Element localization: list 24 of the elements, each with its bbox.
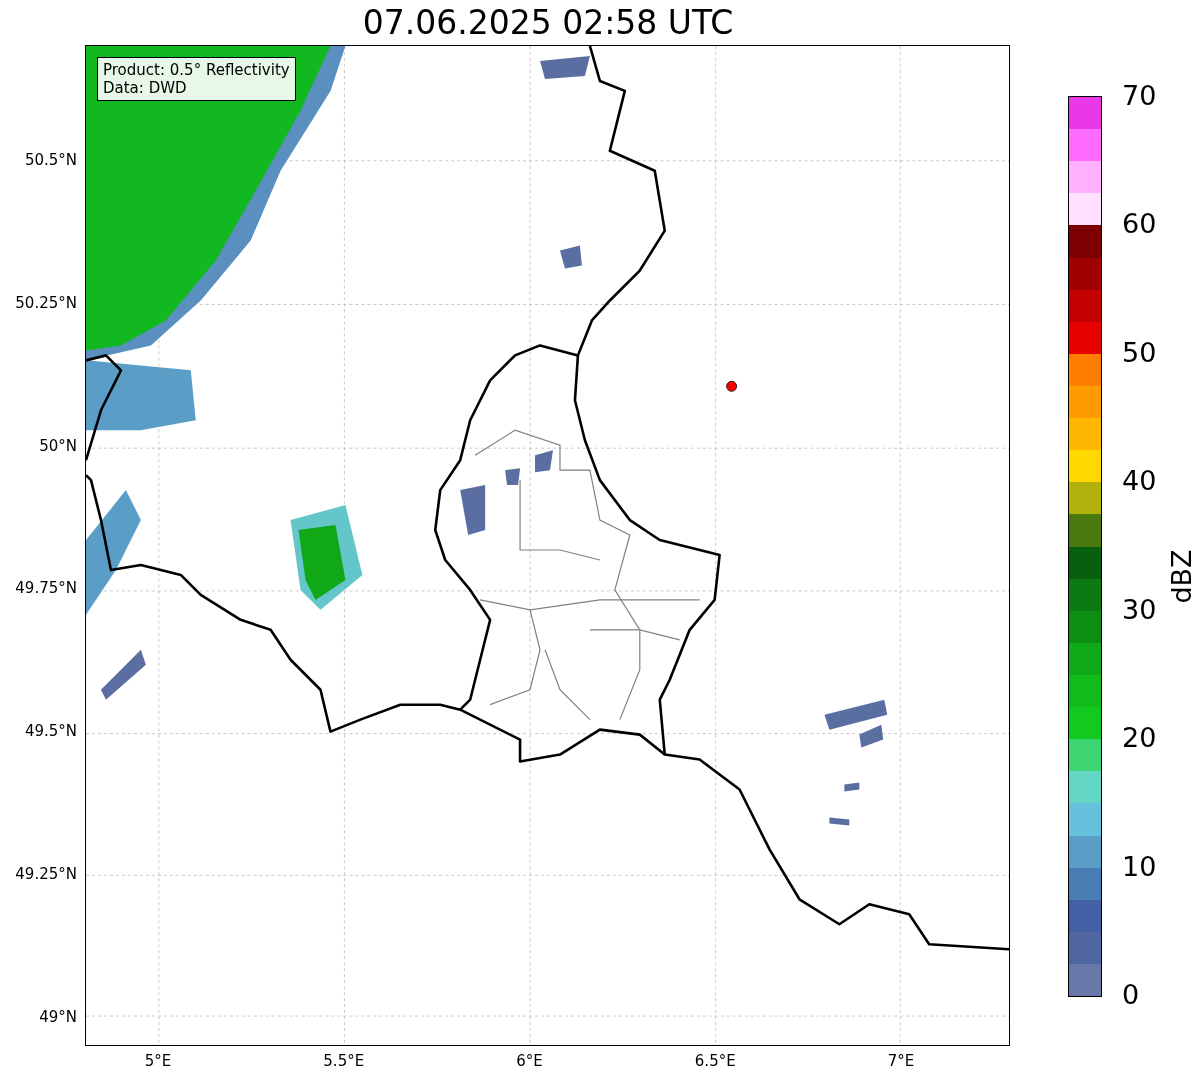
colorbar-tick-label: 60 <box>1122 209 1157 240</box>
x-tick-label: 6.5°E <box>694 1052 736 1070</box>
x-tick-label: 5°E <box>144 1052 172 1070</box>
colorbar-tick-label: 40 <box>1122 466 1157 497</box>
y-tick-label: 49°N <box>39 1007 77 1026</box>
y-tick-label: 49.25°N <box>15 865 77 883</box>
colorbar-tick-label: 20 <box>1122 723 1157 754</box>
colorbar-tick-label: 10 <box>1122 851 1157 882</box>
y-tick-label: 49.5°N <box>24 722 77 741</box>
colorbar-tick-label: 30 <box>1122 594 1157 625</box>
y-tick-label: 50°N <box>39 436 77 455</box>
colorbar-label: dBZ <box>1165 548 1197 604</box>
info-text: Product: 0.5° Reflectivity <box>103 61 290 79</box>
colorbar-tick-label: 50 <box>1122 337 1157 368</box>
x-tick-label: 5.5°E <box>323 1052 365 1070</box>
info-text: Data: DWD <box>103 79 188 97</box>
y-tick-label: 50.5°N <box>24 151 77 169</box>
y-tick-label: 50.25°N <box>15 293 77 312</box>
colorbar-tick-label: 70 <box>1122 81 1157 111</box>
colorbar-tick-label: 0 <box>1122 980 1140 1010</box>
x-tick-label: 7°E <box>887 1052 915 1070</box>
x-tick-label: 6°E <box>516 1052 543 1070</box>
y-tick-label: 49.75°N <box>15 579 77 598</box>
chart-title: 07.06.2025 02:58 UTC <box>362 3 734 43</box>
